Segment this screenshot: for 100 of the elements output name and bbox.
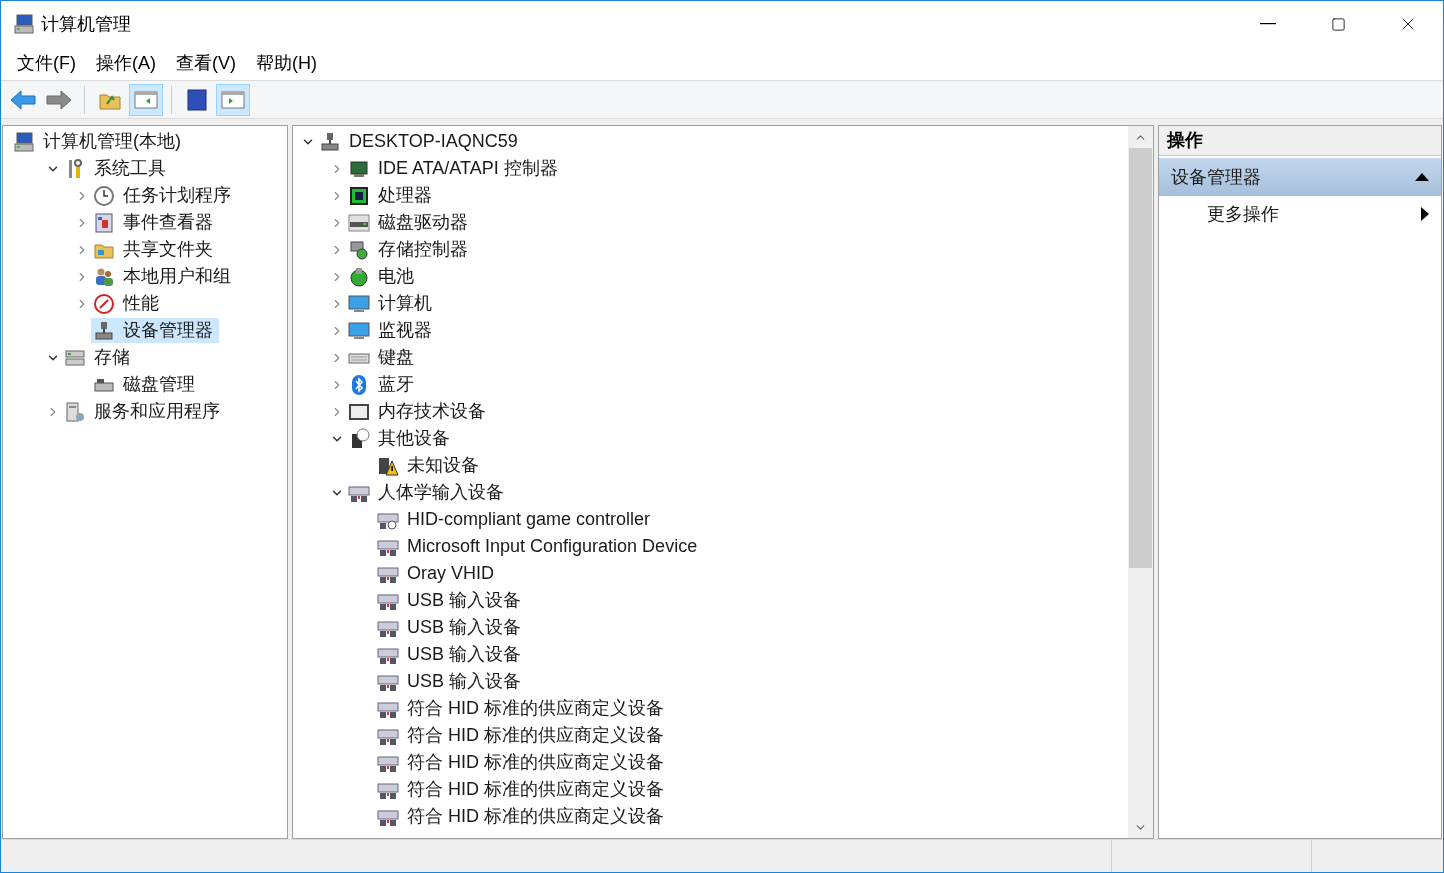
network-icon bbox=[93, 319, 115, 342]
tree-item[interactable]: USB 输入设备 bbox=[375, 615, 527, 640]
controller-icon bbox=[348, 238, 370, 261]
tree-item[interactable]: 符合 HID 标准的供应商定义设备 bbox=[375, 777, 670, 802]
tree-item-label: 磁盘管理 bbox=[123, 373, 195, 396]
section-label: 设备管理器 bbox=[1171, 165, 1261, 189]
tree-item-label: 计算机管理(本地) bbox=[43, 130, 181, 153]
tree-item[interactable]: 其他设备 bbox=[346, 426, 456, 451]
tree-item[interactable]: 内存技术设备 bbox=[346, 399, 492, 424]
tree-item-label: 符合 HID 标准的供应商定义设备 bbox=[407, 805, 664, 828]
tree-item[interactable]: 符合 HID 标准的供应商定义设备 bbox=[375, 723, 670, 748]
tree-item[interactable]: 设备管理器 bbox=[91, 318, 219, 343]
gauge-icon bbox=[93, 292, 115, 315]
tree-item[interactable]: 键盘 bbox=[346, 345, 420, 370]
monitor-icon bbox=[348, 319, 370, 342]
tree-item-label: Oray VHID bbox=[407, 562, 494, 585]
tree-item-label: 计算机 bbox=[378, 292, 432, 315]
clock-icon bbox=[93, 184, 115, 207]
tree-item[interactable]: 系统工具 bbox=[62, 156, 172, 181]
tree-item[interactable]: Microsoft Input Configuration Device bbox=[375, 534, 704, 559]
tree-item-label: 符合 HID 标准的供应商定义设备 bbox=[407, 778, 664, 801]
tree-item[interactable]: USB 输入设备 bbox=[375, 642, 527, 667]
tree-item[interactable]: 共享文件夹 bbox=[91, 237, 219, 262]
tree-item[interactable]: 计算机管理(本地) bbox=[11, 129, 187, 154]
tree-item-label: 服务和应用程序 bbox=[94, 400, 220, 423]
tree-item[interactable]: 人体学输入设备 bbox=[346, 480, 510, 505]
tree-item-label: 共享文件夹 bbox=[123, 238, 213, 261]
tree-item-label: IDE ATA/ATAPI 控制器 bbox=[378, 157, 558, 180]
tree-item[interactable]: 存储控制器 bbox=[346, 237, 474, 262]
menu-item[interactable]: 帮助(H) bbox=[246, 50, 327, 77]
tree-item-label: 存储 bbox=[94, 346, 130, 369]
tree-item[interactable]: DESKTOP-IAQNC59 bbox=[317, 129, 524, 154]
tree-item[interactable]: 未知设备 bbox=[375, 453, 485, 478]
tree-item-label: 监视器 bbox=[378, 319, 432, 342]
tree-item-label: 内存技术设备 bbox=[378, 400, 486, 423]
tree-item[interactable]: 磁盘驱动器 bbox=[346, 210, 474, 235]
battery-icon bbox=[348, 265, 370, 288]
pane-right-icon bbox=[221, 89, 245, 110]
tree-item[interactable]: 本地用户和组 bbox=[91, 264, 237, 289]
tree-item-label: USB 输入设备 bbox=[407, 589, 521, 612]
tree-item-label: DESKTOP-IAQNC59 bbox=[349, 130, 518, 153]
tree-item[interactable]: HID-compliant game controller bbox=[375, 507, 657, 532]
menu-item[interactable]: 操作(A) bbox=[86, 50, 166, 77]
tree-item-label: 事件查看器 bbox=[123, 211, 213, 234]
tree-item[interactable]: 事件查看器 bbox=[91, 210, 219, 235]
tree-item[interactable]: 监视器 bbox=[346, 318, 438, 343]
computer-icon bbox=[13, 13, 35, 35]
menu-item[interactable]: 文件(F) bbox=[7, 50, 86, 77]
tree-item[interactable]: 任务计划程序 bbox=[91, 183, 237, 208]
tree-item[interactable]: USB 输入设备 bbox=[375, 588, 527, 613]
computer-icon bbox=[13, 130, 35, 153]
back-arrow-icon bbox=[10, 89, 36, 110]
tree-item-label: 电池 bbox=[378, 265, 414, 288]
tree-item[interactable]: 符合 HID 标准的供应商定义设备 bbox=[375, 804, 670, 829]
monitor-icon bbox=[348, 292, 370, 315]
tree-item[interactable]: 存储 bbox=[62, 345, 136, 370]
window-title: 计算机管理 bbox=[41, 12, 131, 36]
action-label: 更多操作 bbox=[1207, 202, 1279, 226]
network-icon bbox=[319, 130, 341, 153]
tree-item[interactable]: 符合 HID 标准的供应商定义设备 bbox=[375, 696, 670, 721]
tree-item[interactable]: IDE ATA/ATAPI 控制器 bbox=[346, 156, 564, 181]
minimize-icon bbox=[1260, 23, 1276, 25]
scrollbar-thumb[interactable] bbox=[1129, 148, 1152, 568]
tree-item-label: 人体学输入设备 bbox=[378, 481, 504, 504]
tree-item-label: 未知设备 bbox=[407, 454, 479, 477]
tree-item-label: Microsoft Input Configuration Device bbox=[407, 535, 698, 558]
section-header[interactable]: 设备管理器 bbox=[1159, 158, 1441, 196]
tree-item-label: 处理器 bbox=[378, 184, 432, 207]
tree-item-label: USB 输入设备 bbox=[407, 616, 521, 639]
tree-item-label: 键盘 bbox=[378, 346, 414, 369]
tree-item[interactable]: 电池 bbox=[346, 264, 420, 289]
tree-item[interactable]: 计算机 bbox=[346, 291, 438, 316]
log-icon bbox=[93, 211, 115, 234]
tree-item[interactable]: USB 输入设备 bbox=[375, 669, 527, 694]
tree-item[interactable]: 蓝牙 bbox=[346, 372, 420, 397]
tree-item-label: 系统工具 bbox=[94, 157, 166, 180]
tree-item-label: 其他设备 bbox=[378, 427, 450, 450]
tree-item[interactable]: 性能 bbox=[91, 291, 165, 316]
pane-title: 操作 bbox=[1167, 129, 1203, 152]
tree-item[interactable]: 服务和应用程序 bbox=[62, 399, 226, 424]
server-icon bbox=[64, 400, 86, 423]
tree-item-label: 性能 bbox=[123, 292, 159, 315]
tree-item[interactable]: 符合 HID 标准的供应商定义设备 bbox=[375, 750, 670, 775]
tree-item[interactable]: Oray VHID bbox=[375, 561, 500, 586]
collapse-triangle-icon bbox=[1415, 173, 1429, 181]
tree-item-label: HID-compliant game controller bbox=[407, 508, 651, 531]
tree-item-label: 任务计划程序 bbox=[123, 184, 231, 207]
tree-item-label: 符合 HID 标准的供应商定义设备 bbox=[407, 724, 664, 747]
tree-item-label: 设备管理器 bbox=[123, 319, 213, 342]
submenu-triangle-icon bbox=[1421, 207, 1429, 221]
tree-item[interactable]: 处理器 bbox=[346, 183, 438, 208]
maximize-icon bbox=[1330, 16, 1346, 32]
tree-item-label: 蓝牙 bbox=[378, 373, 414, 396]
tree-item[interactable]: 磁盘管理 bbox=[91, 372, 201, 397]
menu-item[interactable]: 查看(V) bbox=[166, 50, 246, 77]
tree-item-label: 存储控制器 bbox=[378, 238, 468, 261]
tree-item-label: 符合 HID 标准的供应商定义设备 bbox=[407, 697, 664, 720]
action-item[interactable]: 更多操作 bbox=[1159, 196, 1441, 232]
pane-left-icon bbox=[134, 89, 158, 110]
drive-icon bbox=[348, 211, 370, 234]
